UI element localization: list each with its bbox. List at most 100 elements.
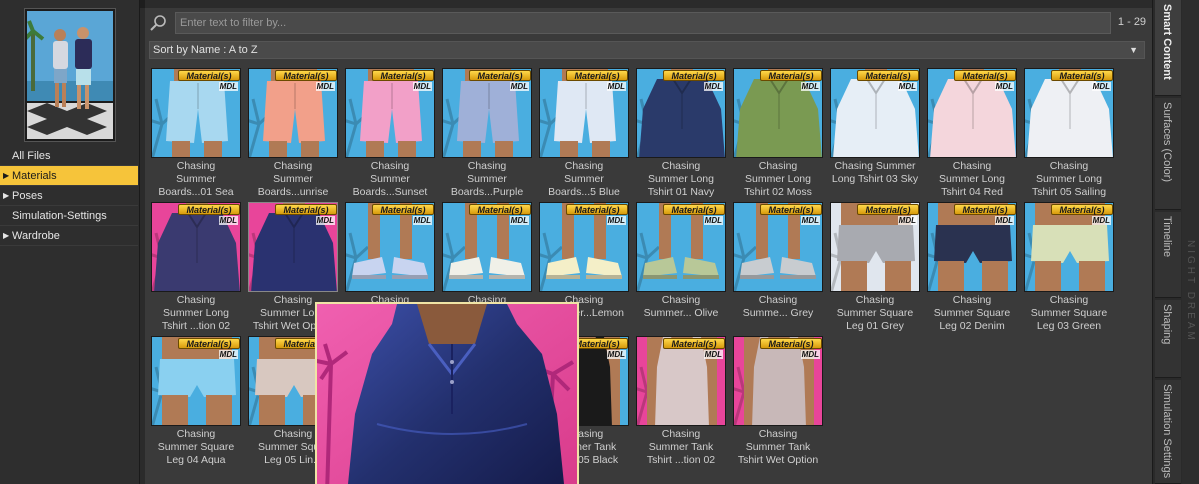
asset-tile[interactable]: Material(s) MDL Chasing Summer Square Leg … — [926, 202, 1018, 332]
asset-tile[interactable]: Material(s)MDLChasing Summer Tank Tshirt… — [635, 336, 727, 466]
material-badge: Material(s) — [954, 70, 1016, 81]
asset-thumbnail[interactable]: Material(s)MDL — [733, 202, 823, 292]
asset-tile[interactable]: Material(s) MDL Chasing Summer Boards...5 … — [538, 68, 630, 198]
material-badge: Material(s) — [566, 70, 628, 81]
asset-tile[interactable]: Material(s)MDLChasing Summer Tank Tshirt… — [732, 336, 824, 466]
expand-arrow-icon[interactable]: ▶ — [3, 186, 9, 206]
asset-tile[interactable]: Material(s) MDL Chasing Summer Square Leg … — [829, 202, 921, 332]
asset-label: Chasing Summer Boards...unrise — [257, 160, 329, 198]
mdl-badge: MDL — [703, 82, 723, 91]
side-tab[interactable]: Smart Content — [1155, 0, 1181, 96]
mdl-badge: MDL — [994, 82, 1014, 91]
mdl-badge: MDL — [606, 216, 626, 225]
product-thumbnail[interactable] — [24, 8, 116, 142]
mdl-badge: MDL — [509, 216, 529, 225]
asset-thumbnail[interactable]: Material(s)MDL — [151, 336, 241, 426]
material-badge: Material(s) — [663, 204, 725, 215]
mdl-badge: MDL — [897, 82, 917, 91]
asset-thumbnail[interactable]: Material(s)MDL — [733, 68, 823, 158]
asset-thumbnail[interactable]: Material(s)MDL — [442, 202, 532, 292]
sort-dropdown[interactable]: Sort by Name : A to Z ▼ — [149, 41, 1145, 59]
category-label: Simulation-Settings — [12, 210, 107, 222]
asset-tile[interactable]: Material(s)MDLChasing Summer Long Tshirt… — [829, 68, 921, 198]
asset-label: Chasing Summer Long Tshirt 03 Sky — [831, 160, 919, 185]
asset-thumbnail[interactable]: Material(s)MDL — [442, 68, 532, 158]
asset-label: Chasing Summer Boards...Purple — [450, 160, 524, 198]
material-badge: Material(s) — [857, 70, 919, 81]
side-tab[interactable]: Simulation Settings — [1155, 380, 1181, 484]
asset-thumbnail[interactable]: Material(s)MDL — [151, 202, 241, 292]
asset-tile[interactable]: Material(s)MDLChasing Summer Long Tshirt… — [926, 68, 1018, 198]
asset-thumbnail[interactable]: Material(s)MDL — [830, 202, 920, 292]
asset-thumbnail[interactable]: Material(s)MDL — [927, 68, 1017, 158]
category-item[interactable]: Simulation-Settings — [0, 206, 138, 226]
asset-tile[interactable]: Material(s) MDL Chasing Summer Square Leg … — [1023, 202, 1115, 332]
asset-thumbnail[interactable]: Material(s)MDL — [248, 202, 338, 292]
mdl-badge: MDL — [218, 350, 238, 359]
filter-input[interactable] — [175, 12, 1111, 34]
asset-tile[interactable]: Material(s) MDL Chasing Summer Boards...Pu… — [441, 68, 533, 198]
category-item[interactable]: ▶ Wardrobe — [0, 226, 138, 246]
asset-label: Chasing Summer Square Leg 02 Denim — [933, 294, 1011, 332]
asset-tile[interactable]: Material(s) MDL Chasing Summe... Grey — [732, 202, 824, 332]
side-tab-label: Timeline — [1161, 216, 1173, 258]
expand-arrow-icon[interactable]: ▶ — [3, 226, 9, 246]
material-badge: Material(s) — [372, 204, 434, 215]
category-label: Poses — [12, 190, 43, 202]
asset-thumbnail[interactable]: Material(s)MDL — [345, 68, 435, 158]
asset-thumbnail[interactable]: Material(s)MDL — [1024, 68, 1114, 158]
asset-thumbnail[interactable]: Material(s)MDL — [1024, 202, 1114, 292]
category-item[interactable]: ▶ Materials — [0, 166, 138, 186]
asset-tile[interactable]: Material(s) MDL Chasing Summer Square Leg … — [150, 336, 242, 466]
asset-thumbnail[interactable]: Material(s)MDL — [539, 202, 629, 292]
asset-thumbnail[interactable]: Material(s)MDL — [636, 336, 726, 426]
asset-label: Chasing Summer Tank Tshirt Wet Option — [737, 428, 819, 466]
asset-tile[interactable]: Material(s)MDLChasing Summer Long Tshirt… — [635, 68, 727, 198]
material-badge: Material(s) — [954, 204, 1016, 215]
side-tab[interactable]: Surfaces (Color) — [1155, 98, 1181, 210]
expand-arrow-icon[interactable]: ▶ — [3, 166, 9, 186]
asset-tile[interactable]: Material(s) MDL Chasing Summer... Olive — [635, 202, 727, 332]
mdl-badge: MDL — [800, 216, 820, 225]
side-tab[interactable]: Timeline — [1155, 212, 1181, 298]
content-browser: 1 - 29 Sort by Name : A to Z ▼ Material(… — [145, 8, 1152, 484]
asset-thumbnail[interactable]: Material(s)MDL — [927, 202, 1017, 292]
asset-tile[interactable]: Material(s) MDL Chasing Summer Boards...un… — [247, 68, 339, 198]
mdl-badge: MDL — [315, 82, 335, 91]
category-item[interactable]: All Files — [0, 146, 138, 166]
asset-thumbnail[interactable]: Material(s)MDL — [636, 202, 726, 292]
asset-thumbnail[interactable]: Material(s)MDL — [830, 68, 920, 158]
category-item[interactable]: ▶ Poses — [0, 186, 138, 206]
filter-bar: 1 - 29 — [145, 12, 1152, 34]
asset-thumbnail[interactable]: Material(s)MDL — [345, 202, 435, 292]
side-tab-label: Shaping — [1161, 304, 1173, 345]
mdl-badge: MDL — [218, 216, 238, 225]
material-badge: Material(s) — [178, 204, 240, 215]
mdl-badge: MDL — [897, 216, 917, 225]
asset-tile[interactable]: Material(s) MDL Chasing Summer Boards...Su… — [344, 68, 436, 198]
asset-tile[interactable]: Material(s)MDLChasing Summer Long Tshirt… — [732, 68, 824, 198]
asset-tile[interactable]: Material(s) MDL Chasing Summer Boards...01… — [150, 68, 242, 198]
material-badge: Material(s) — [178, 70, 240, 81]
side-tab-label: Smart Content — [1161, 4, 1173, 80]
asset-label: Chasing Summer... Olive — [643, 294, 719, 319]
asset-label: Chasing Summer Boards...01 Sea — [158, 160, 234, 198]
asset-label: Chasing Summer Square Leg 03 Green — [1030, 294, 1108, 332]
mdl-badge: MDL — [412, 216, 432, 225]
asset-label: Chasing Summer Long Tshirt ...tion 02 — [161, 294, 231, 332]
material-badge: Material(s) — [275, 204, 337, 215]
category-label: Wardrobe — [12, 230, 60, 242]
asset-tile[interactable]: Material(s)MDLChasing Summer Long Tshirt… — [1023, 68, 1115, 198]
category-label: Materials — [12, 170, 57, 182]
side-tab[interactable]: Shaping — [1155, 300, 1181, 378]
asset-thumbnail[interactable]: Material(s)MDL — [151, 68, 241, 158]
asset-tile[interactable]: Material(s)MDLChasing Summer Long Tshirt… — [150, 202, 242, 332]
sort-label: Sort by Name : A to Z — [153, 44, 258, 56]
asset-thumbnail[interactable]: Material(s)MDL — [248, 68, 338, 158]
asset-thumbnail[interactable]: Material(s)MDL — [539, 68, 629, 158]
mdl-badge: MDL — [994, 216, 1014, 225]
asset-thumbnail[interactable]: Material(s)MDL — [733, 336, 823, 426]
search-icon[interactable] — [149, 14, 169, 32]
material-badge: Material(s) — [760, 338, 822, 349]
asset-thumbnail[interactable]: Material(s)MDL — [636, 68, 726, 158]
